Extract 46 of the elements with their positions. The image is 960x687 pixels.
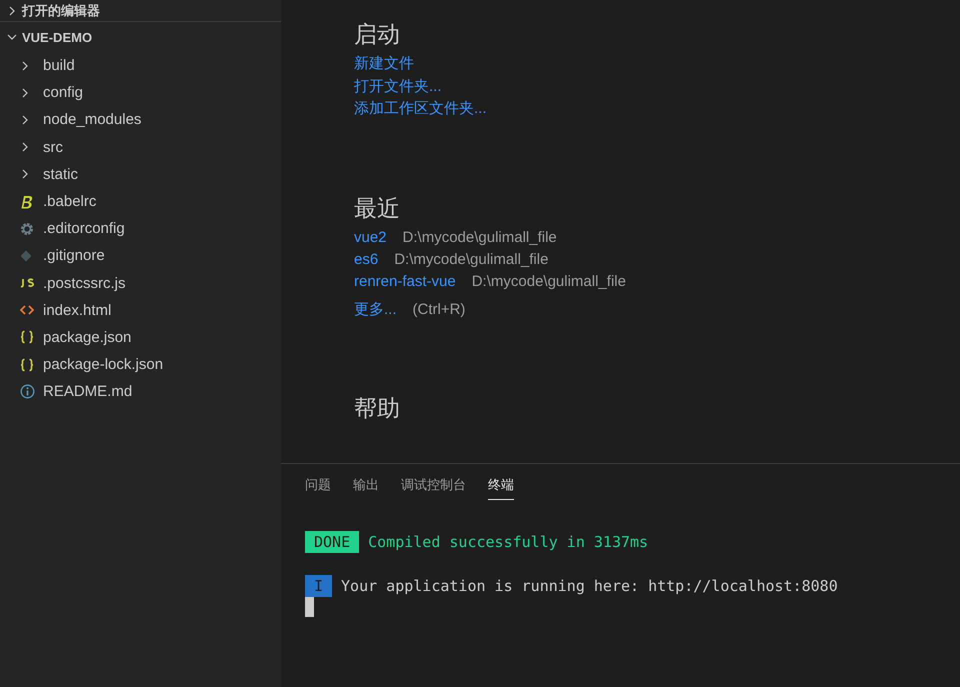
link[interactable]: 打开文件夹...: [354, 78, 442, 94]
folder-item[interactable]: static: [43, 166, 78, 183]
section-title: VUE-DEMO: [22, 30, 92, 44]
recent-project-link[interactable]: es6: [354, 248, 378, 270]
file-item[interactable]: .postcssrc.js: [43, 274, 126, 292]
status-badge: I: [305, 575, 332, 597]
terminal-cursor: [305, 597, 314, 617]
panel-tab[interactable]: 问题: [305, 471, 331, 500]
terminal-text: Compiled successfully in 3137ms: [368, 533, 648, 551]
folder-item[interactable]: node_modules: [43, 111, 142, 128]
section-heading: 启动: [354, 20, 401, 49]
info-icon: [20, 384, 35, 400]
file-item[interactable]: .gitignore: [43, 247, 105, 264]
file-item[interactable]: package-lock.json: [43, 356, 164, 374]
panel-tab[interactable]: 调试控制台: [401, 471, 466, 500]
section-title: 打开的编辑器: [22, 2, 100, 20]
status-badge: DONE: [305, 531, 360, 553]
file-item[interactable]: README.md: [43, 383, 132, 400]
gear-icon: [20, 222, 34, 236]
angle-brackets-icon: [20, 304, 34, 316]
section-heading: 最近: [354, 194, 401, 222]
recent-project-link[interactable]: renren-fast-vue: [354, 270, 456, 292]
diamond-icon: [20, 250, 32, 262]
more-link[interactable]: 更多...: [354, 298, 397, 320]
file-item[interactable]: package.json: [43, 328, 132, 346]
panel-tab[interactable]: 输出: [353, 471, 379, 500]
curly-braces-icon: [20, 358, 34, 372]
file-item[interactable]: index.html: [43, 302, 112, 319]
js-icon: [20, 278, 36, 288]
file-item[interactable]: .babelrc: [43, 193, 96, 210]
project-path: D:\mycode\gulimall_file: [402, 228, 557, 248]
shortcut-hint: (Ctrl+R): [412, 300, 466, 320]
folder-item[interactable]: src: [43, 138, 63, 156]
folder-item[interactable]: build: [43, 57, 75, 74]
terminal-text: Your application is running here: http://localhost:8080: [341, 577, 838, 595]
project-path: D:\mycode\gulimall_file: [394, 250, 548, 270]
project-path: D:\mycode\gulimall_file: [472, 272, 626, 292]
b-letter-icon: [20, 194, 34, 210]
recent-project-link[interactable]: vue2: [354, 226, 387, 248]
section-heading: 帮助: [354, 394, 401, 422]
curly-braces-icon: [20, 330, 34, 344]
link[interactable]: 新建文件: [354, 55, 414, 72]
panel-tab[interactable]: 终端: [488, 471, 514, 500]
file-item[interactable]: .editorconfig: [43, 220, 125, 238]
link[interactable]: 添加工作区文件夹...: [354, 100, 487, 117]
folder-item[interactable]: config: [43, 84, 84, 102]
